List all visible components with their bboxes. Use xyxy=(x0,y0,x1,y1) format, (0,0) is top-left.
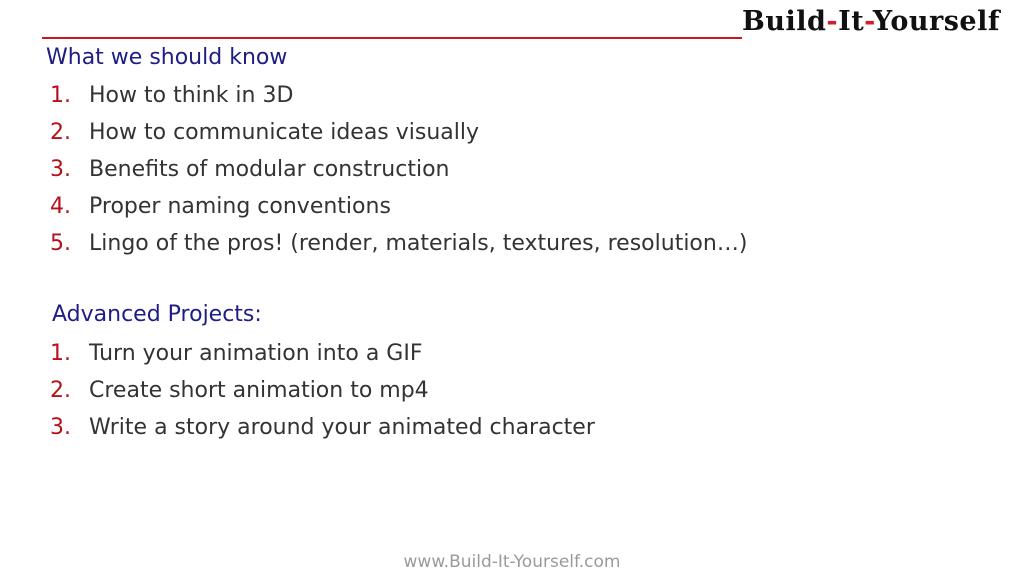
list-item: 3. Write a story around your animated cha… xyxy=(50,409,595,446)
build-it-yourself-logo: Build-It-Yourself xyxy=(742,6,1012,46)
list-item: 5. Lingo of the pros! (render, materials,… xyxy=(50,225,747,262)
section-heading-advanced-projects: Advanced Projects: xyxy=(52,302,262,327)
list-item: 1. Turn your animation into a GIF xyxy=(50,335,595,372)
item-text: Write a story around your animated chara… xyxy=(89,415,595,440)
section-heading-what-we-should-know: What we should know xyxy=(46,45,288,70)
item-number: 1. xyxy=(50,341,71,366)
logo-word-yourself: Yourself xyxy=(872,6,1000,37)
list-item: 2. Create short animation to mp4 xyxy=(50,372,595,409)
logo-dash: - xyxy=(864,6,873,37)
know-list: 1. How to think in 3D 2. How to communicat… xyxy=(50,77,747,262)
list-item: 3. Benefits of modular construction xyxy=(50,151,747,188)
item-text: Create short animation to mp4 xyxy=(89,378,429,403)
item-number: 4. xyxy=(50,194,71,219)
item-number: 3. xyxy=(50,415,71,440)
item-text: Proper naming conventions xyxy=(89,194,391,219)
item-number: 1. xyxy=(50,83,71,108)
list-item: 4. Proper naming conventions xyxy=(50,188,747,225)
header-rule xyxy=(42,37,742,39)
item-number: 5. xyxy=(50,231,71,256)
list-item: 2. How to communicate ideas visually xyxy=(50,114,747,151)
list-item: 1. How to think in 3D xyxy=(50,77,747,114)
item-number: 2. xyxy=(50,120,71,145)
item-text: Benefits of modular construction xyxy=(89,157,450,182)
logo-dash: - xyxy=(826,6,839,37)
logo-word-it: It xyxy=(838,6,865,37)
footer-url: www.Build-It-Yourself.com xyxy=(403,552,621,572)
advanced-projects-list: 1. Turn your animation into a GIF 2. Creat… xyxy=(50,335,595,446)
item-text: How to think in 3D xyxy=(89,83,294,108)
logo-word-build: Build xyxy=(742,6,827,37)
item-text: How to communicate ideas visually xyxy=(89,120,480,145)
item-text: Turn your animation into a GIF xyxy=(89,341,423,366)
item-number: 2. xyxy=(50,378,71,403)
item-number: 3. xyxy=(50,157,71,182)
item-text: Lingo of the pros! (render, materials, t… xyxy=(89,231,748,256)
